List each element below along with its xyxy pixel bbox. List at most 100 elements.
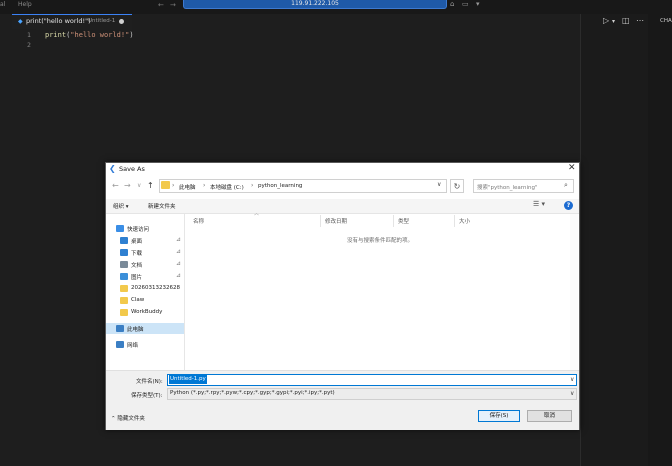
address-dropdown-icon[interactable]: ∨ [437,181,441,188]
documents-icon [120,261,128,268]
forward-icon[interactable]: → [124,181,131,190]
nav-item-label: 桌面 [131,239,143,245]
unsaved-dot-icon[interactable] [119,19,124,24]
pane-splitter[interactable] [184,214,185,370]
breadcrumb-this-pc[interactable]: 此电脑 [179,183,196,191]
column-divider[interactable] [320,215,321,227]
search-icon[interactable]: ⌕ [564,181,568,190]
code-function: print [45,31,67,39]
nav-item-label: 网络 [127,343,139,349]
nav-item[interactable]: 文档 ⊿ [110,259,184,270]
remote-address-bar[interactable]: 119.91.222.105 [183,0,447,9]
filename-value[interactable]: Untitled-1.py [169,375,207,384]
column-divider[interactable] [393,215,394,227]
split-editor-icon[interactable]: ◫ [622,16,630,25]
folder-icon [120,285,128,292]
vscode-icon: ❮ [109,164,116,173]
help-icon[interactable]: ? [564,201,573,210]
column-header-name[interactable]: 名称 [193,217,204,225]
code-line-1[interactable]: print("hello world!") [45,31,134,39]
breadcrumb-chevron-icon: › [203,182,206,189]
layout-icon[interactable]: ▭ [462,0,469,8]
nav-item[interactable]: 下载 ⊿ [110,247,184,258]
tab-subtitle: Untitled-1 [88,18,116,24]
filetype-dropdown-icon[interactable]: ∨ [570,390,574,397]
forward-arrow-icon[interactable]: → [170,1,176,9]
copilot-icon[interactable]: ⌂ [450,0,454,8]
file-list-scrollbar[interactable] [570,214,578,370]
breadcrumb-local-disk[interactable]: 本地磁盘 (C:) [210,183,244,191]
up-folder-icon[interactable]: ↑ [147,181,154,190]
nav-item[interactable]: 桌面 ⊿ [110,235,184,246]
line-number: 2 [27,41,31,49]
dialog-title: Save As [119,165,145,173]
back-icon[interactable]: ← [112,181,119,190]
filename-input[interactable] [167,374,577,386]
nav-item[interactable]: 图片 ⊿ [110,271,184,282]
nav-item[interactable]: WorkBuddy [110,307,184,318]
view-options-icon[interactable]: ☰ ▾ [533,200,545,208]
new-folder-button[interactable]: 新建文件夹 [148,202,176,210]
breadcrumb-chevron-icon: › [172,182,175,189]
nav-item-label: 图片 [131,275,143,281]
nav-item[interactable]: 网络 [106,339,184,350]
pin-icon: ⊿ [176,236,182,243]
nav-item[interactable]: Claw [110,295,184,306]
nav-item-label: Claw [131,297,145,303]
nav-item-label: WorkBuddy [131,309,163,315]
breadcrumb-python-learning[interactable]: python_learning [258,183,302,189]
search-placeholder: 搜索"python_learning" [477,185,538,191]
pictures-icon [120,273,128,280]
filename-label: 文件名(N): [136,379,163,385]
column-header-date[interactable]: 修改日期 [325,217,347,225]
nav-item[interactable]: 快速访问 [106,223,184,234]
line-gutter [0,29,36,466]
hide-folders-label: 隐藏文件夹 [117,416,145,422]
cancel-button[interactable]: 取消 [527,410,572,422]
nav-item-label: 快速访问 [127,227,150,233]
star-icon [116,225,124,232]
nav-item-label: 下载 [131,251,143,257]
folder-icon [161,181,170,189]
nav-item-label: 文档 [131,263,143,269]
filename-dropdown-icon[interactable]: ∨ [570,376,574,383]
nav-item-label: 此电脑 [127,327,144,333]
line-number: 1 [27,31,31,39]
layout-dropdown-icon[interactable]: ▾ [476,0,480,8]
menu-item-selection[interactable]: al [0,1,5,8]
menu-item-help[interactable]: Help [18,1,32,8]
column-divider[interactable] [454,215,455,227]
empty-list-message: 没有与搜索条件匹配的项。 [347,238,414,244]
run-dropdown-icon[interactable]: ▾ [612,18,615,25]
pin-icon: ⊿ [176,272,182,279]
refresh-icon[interactable]: ↻ [450,179,464,193]
filetype-value: Python (*.py;*.rpy;*.pyw;*.cpy;*.gyp;*.g… [170,390,335,396]
nav-item[interactable]: 20260313232628 [110,283,184,294]
chat-panel-label[interactable]: CHA [660,18,672,24]
tab-title: print("hello world!") [26,17,91,25]
remote-address: 119.91.222.105 [291,0,339,7]
pin-icon: ⊿ [176,248,182,255]
desktop-icon [120,237,128,244]
recent-locations-icon[interactable]: ∨ [137,182,141,189]
back-arrow-icon[interactable]: ← [158,1,164,9]
network-icon [116,341,124,348]
dialog-toolbar [106,199,579,214]
column-header-size[interactable]: 大小 [459,217,470,225]
side-panel [648,14,672,466]
breadcrumb-chevron-icon: › [251,182,254,189]
sort-ascending-icon: ︿ [254,211,260,217]
more-actions-icon[interactable]: ⋯ [636,16,644,25]
save-button[interactable]: 保存(S) [478,410,520,422]
python-file-icon: ◆ [18,18,23,25]
code-string: "hello world!" [70,31,130,39]
pin-icon: ⊿ [176,260,182,267]
this-pc-icon [116,325,124,332]
download-icon [120,249,128,256]
nav-item[interactable]: 此电脑 [106,323,184,334]
column-header-type[interactable]: 类型 [398,217,409,225]
close-icon[interactable]: ✕ [568,163,576,173]
organize-button[interactable]: 组织 ▾ [113,202,129,210]
hide-folders-toggle[interactable]: ⌃ 隐藏文件夹 [111,414,145,422]
run-icon[interactable]: ▷ [603,16,609,25]
